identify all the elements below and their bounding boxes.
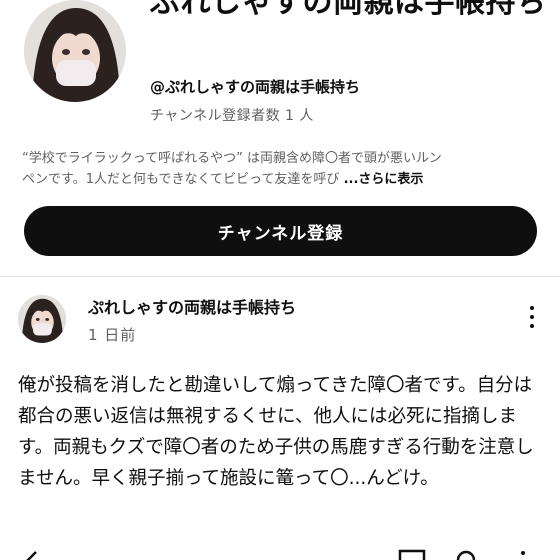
avatar-image	[24, 0, 126, 102]
description-line-1: “学校でライラックって呼ばれるやつ” は両親含め障〇者で頭が悪いルン	[22, 151, 442, 166]
channel-description[interactable]: “学校でライラックって呼ばれるやつ” は両親含め障〇者で頭が悪いルン ペンです。…	[22, 148, 530, 190]
channel-title: ぷれしゃすの両親は手帳持ち	[150, 0, 547, 20]
more-vert-icon[interactable]	[521, 551, 525, 555]
cast-icon[interactable]	[398, 549, 426, 560]
show-more-link[interactable]: ...さらに表示	[344, 172, 424, 187]
post-author-name[interactable]: ぷれしゃすの両親は手帳持ち	[88, 294, 296, 318]
subscriber-count: チャンネル登録者数 1 人	[150, 108, 314, 124]
post-timestamp: 1 日前	[88, 326, 137, 344]
search-icon[interactable]	[456, 550, 476, 560]
description-line-2: ペンです。1人だと何もできなくてビビって友達を呼び ...さらに表示	[22, 169, 530, 190]
channel-avatar[interactable]	[24, 0, 126, 102]
divider	[0, 276, 560, 277]
more-vert-icon[interactable]	[528, 306, 536, 332]
back-arrow-icon[interactable]	[26, 551, 37, 560]
avatar-image	[18, 295, 66, 343]
channel-handle: @ぷれしゃすの両親は手帳持ち	[150, 78, 361, 96]
post-body: 俺が投稿を消したと勘違いして煽ってきた障〇者です。自分は都合の悪い返信は無視する…	[18, 375, 534, 489]
description-text: ペンです。1人だと何もできなくてビビって友達を呼び	[22, 172, 340, 187]
bottom-toolbar	[26, 549, 525, 560]
post-author-avatar[interactable]	[18, 295, 66, 343]
subscribe-button[interactable]: チャンネル登録	[24, 206, 537, 256]
